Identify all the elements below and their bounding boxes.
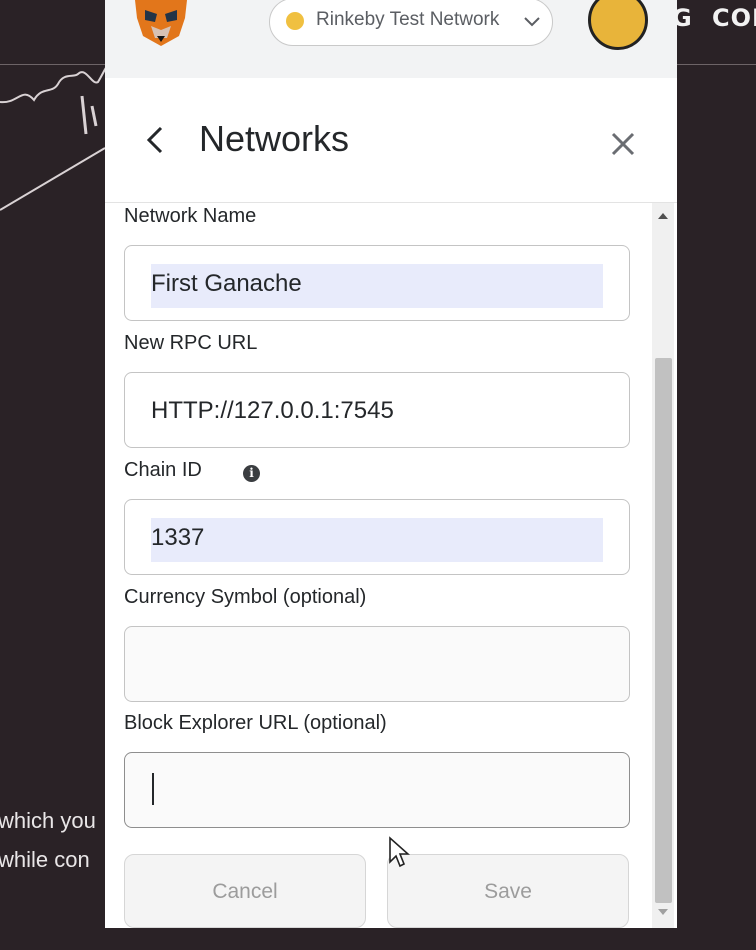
background-illustration bbox=[0, 66, 109, 211]
rpc-url-input[interactable]: HTTP://127.0.0.1:7545 bbox=[124, 372, 630, 448]
background-text-line: which you bbox=[0, 808, 96, 833]
network-label: Rinkeby Test Network bbox=[316, 9, 500, 30]
network-status-dot bbox=[286, 12, 304, 30]
rpc-url-value: HTTP://127.0.0.1:7545 bbox=[151, 397, 394, 424]
page-title: Networks bbox=[199, 118, 350, 159]
text-caret bbox=[152, 773, 154, 805]
network-name-input[interactable]: First Ganache bbox=[124, 245, 630, 321]
chain-id-input[interactable]: 1337 bbox=[124, 499, 630, 575]
currency-symbol-label: Currency Symbol (optional) bbox=[124, 586, 367, 608]
app-top-bar: Rinkeby Test Network bbox=[105, 0, 677, 78]
networks-header: Networks bbox=[105, 78, 677, 203]
network-name-value: First Ganache bbox=[151, 264, 603, 308]
chain-id-label: Chain ID i bbox=[124, 459, 260, 482]
info-icon[interactable]: i bbox=[243, 465, 260, 482]
network-name-label: Network Name bbox=[124, 205, 257, 227]
scrollbar-thumb[interactable] bbox=[655, 358, 672, 903]
metamask-popup: Rinkeby Test Network Networks Network Na… bbox=[105, 0, 677, 928]
close-icon[interactable] bbox=[609, 130, 637, 158]
block-explorer-input[interactable] bbox=[124, 752, 630, 828]
rpc-url-label: New RPC URL bbox=[124, 332, 258, 354]
chevron-down-icon bbox=[524, 17, 540, 27]
currency-symbol-input[interactable] bbox=[124, 626, 630, 702]
scroll-up-arrow-icon[interactable] bbox=[657, 211, 669, 221]
cancel-button[interactable]: Cancel bbox=[124, 854, 366, 928]
metamask-fox-logo bbox=[135, 0, 187, 46]
account-avatar[interactable] bbox=[588, 0, 648, 50]
chevron-left-icon[interactable] bbox=[145, 124, 165, 156]
background-nav-item[interactable]: COM bbox=[712, 4, 756, 32]
chain-id-label-text: Chain ID bbox=[124, 459, 202, 481]
scrollbar[interactable] bbox=[652, 203, 674, 928]
background-text-line: while con bbox=[0, 847, 90, 872]
mouse-pointer-icon bbox=[389, 836, 410, 868]
block-explorer-label: Block Explorer URL (optional) bbox=[124, 712, 387, 734]
scroll-down-arrow-icon[interactable] bbox=[657, 907, 669, 917]
network-selector[interactable]: Rinkeby Test Network bbox=[269, 0, 553, 46]
save-button[interactable]: Save bbox=[387, 854, 629, 928]
chain-id-value: 1337 bbox=[151, 518, 603, 562]
network-form: Network Name First Ganache New RPC URL H… bbox=[105, 203, 677, 928]
